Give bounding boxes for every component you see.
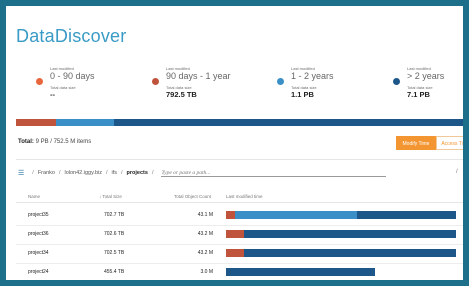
row-bar-segment: [235, 211, 358, 219]
row-bar-segment: [357, 211, 456, 219]
row-age-distribution-bar: [226, 249, 456, 257]
breadcrumb-item-host[interactable]: lolon42.iggy.biz: [64, 170, 102, 176]
row-divider: [16, 282, 469, 283]
row-object-count: 43.2 M: [197, 231, 213, 237]
path-separator: /: [456, 169, 458, 175]
row-object-count: 43.1 M: [197, 212, 213, 218]
row-total-size: 702.6 TB: [104, 231, 125, 237]
column-header-name[interactable]: Name: [28, 194, 40, 199]
column-header-last-modified[interactable]: Last modified time: [226, 194, 263, 199]
age-gt-2y-dot: [393, 78, 400, 85]
row-bar-segment: [226, 211, 236, 219]
row-name: project24: [28, 269, 49, 275]
row-total-size: 702.5 TB: [104, 250, 125, 256]
breadcrumb-item-ifs[interactable]: ifs: [112, 170, 118, 176]
stat-size: --: [50, 90, 55, 99]
row-object-count: 43.2 M: [197, 250, 213, 256]
overall-bar-segment: [16, 119, 56, 126]
divider: [16, 159, 463, 160]
total-summary: Total: 9 PB / 752.5 M items: [18, 139, 91, 145]
breadcrumb: ☰ / Franko / lolon42.iggy.biz / ifs / pr…: [18, 168, 387, 178]
row-bar-segment: [226, 230, 245, 238]
age-0-90-dot: [36, 78, 43, 85]
age-90d-1y-dot: [152, 78, 159, 85]
row-object-count: 3.0 M: [200, 269, 213, 275]
table-row[interactable]: project36 702.6 TB 43.2 M: [16, 226, 463, 244]
stat-range: 90 days - 1 year: [166, 71, 231, 81]
row-name: project34: [28, 250, 49, 256]
breadcrumb-item-franko[interactable]: Franko: [38, 170, 55, 176]
breadcrumb-separator: /: [121, 170, 123, 176]
table-header-divider: [16, 202, 463, 203]
list-icon[interactable]: ☰: [18, 169, 24, 177]
overall-bar-segment: [113, 119, 463, 126]
breadcrumb-separator: /: [58, 170, 61, 176]
stat-size: 7.1 PB: [407, 90, 430, 99]
app-window: DataDiscover Last modified 0 - 90 days T…: [0, 0, 469, 286]
column-header-total-size-label: Total Size: [102, 194, 122, 199]
stat-range: 0 - 90 days: [50, 71, 95, 81]
table-row[interactable]: project34 702.5 TB 43.2 M: [16, 245, 463, 263]
age-1-2y-dot: [277, 78, 284, 85]
row-total-size: 455.4 TB: [104, 269, 125, 275]
row-age-distribution-bar: [226, 268, 376, 276]
row-total-size: 702.7 TB: [104, 212, 125, 218]
table-row[interactable]: project35 702.7 TB 43.1 M: [16, 207, 463, 225]
row-bar-segment: [244, 249, 456, 257]
stat-range: > 2 years: [407, 71, 445, 81]
row-age-distribution-bar: [226, 230, 456, 238]
row-name: project35: [28, 212, 49, 218]
row-bar-segment: [226, 268, 376, 276]
row-age-distribution-bar: [226, 211, 456, 219]
total-value: 9 PB / 752.5 M items: [35, 139, 92, 145]
breadcrumb-separator: /: [105, 170, 108, 176]
modify-time-button[interactable]: Modify Time: [396, 136, 436, 150]
column-header-object-count[interactable]: Total Object Count: [174, 194, 211, 199]
breadcrumb-separator: /: [151, 170, 154, 176]
row-bar-segment: [226, 249, 245, 257]
stat-size: 792.5 TB: [166, 90, 197, 99]
row-bar-segment: [244, 230, 456, 238]
overall-bar-segment: [55, 119, 114, 126]
column-header-total-size[interactable]: ↓ Total Size: [99, 194, 122, 199]
total-label: Total:: [18, 139, 34, 145]
breadcrumb-separator: /: [32, 170, 34, 176]
table-row[interactable]: project24 455.4 TB 3.0 M: [16, 264, 463, 280]
breadcrumb-item-projects[interactable]: projects: [127, 170, 148, 176]
app-title: DataDiscover: [16, 26, 127, 46]
sort-descending-icon: ↓: [99, 194, 102, 199]
overall-age-distribution-bar: [16, 119, 463, 126]
access-time-button[interactable]: Access Time: [436, 136, 463, 150]
stat-range: 1 - 2 years: [291, 71, 334, 81]
path-input[interactable]: [161, 169, 387, 177]
row-name: project36: [28, 231, 49, 237]
stat-size: 1.1 PB: [291, 90, 314, 99]
